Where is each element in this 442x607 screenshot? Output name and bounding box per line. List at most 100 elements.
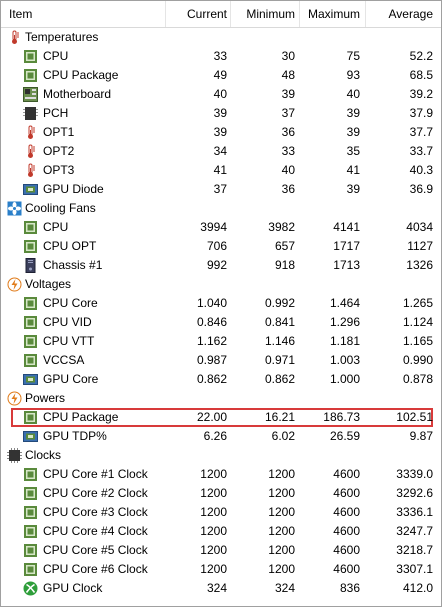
minimum-value: 30 xyxy=(281,49,295,63)
sensor-row[interactable]: OPT2 34 33 35 33.7 xyxy=(1,142,441,161)
chip-icon xyxy=(23,334,38,349)
minimum-value: 6.02 xyxy=(271,429,295,443)
column-divider[interactable] xyxy=(299,1,300,27)
sensor-label: GPU Diode xyxy=(43,182,104,196)
sensor-row[interactable]: CPU Core #4 Clock 1200 1200 4600 3247.7 xyxy=(1,522,441,541)
sensor-row[interactable]: GPU Core 0.862 0.862 1.000 0.878 xyxy=(1,370,441,389)
sensor-label: OPT3 xyxy=(43,163,75,177)
group-row-voltages[interactable]: Voltages xyxy=(1,275,441,294)
group-row-clocks[interactable]: Clocks xyxy=(1,446,441,465)
group-row-temperatures[interactable]: Temperatures xyxy=(1,28,441,47)
maximum-value: 39 xyxy=(346,106,360,120)
average-value: 1.265 xyxy=(402,296,433,310)
average-value: 412.0 xyxy=(402,581,433,595)
column-divider[interactable] xyxy=(165,1,166,27)
chip-icon xyxy=(23,467,38,482)
sensor-row[interactable]: CPU Core #1 Clock 1200 1200 4600 3339.0 xyxy=(1,465,441,484)
column-divider[interactable] xyxy=(365,1,366,27)
maximum-value: 4600 xyxy=(333,505,360,519)
maximum-value: 4600 xyxy=(333,486,360,500)
average-value: 3307.1 xyxy=(396,562,433,576)
maximum-value: 4600 xyxy=(333,524,360,538)
column-maximum[interactable]: Maximum xyxy=(308,1,360,27)
sensor-row[interactable]: GPU Diode 37 36 39 36.9 xyxy=(1,180,441,199)
sensor-label: CPU Core #1 Clock xyxy=(43,467,148,481)
sensor-label: CPU VID xyxy=(43,315,92,329)
sensor-row[interactable]: CPU Core #2 Clock 1200 1200 4600 3292.6 xyxy=(1,484,441,503)
lightning-icon xyxy=(7,277,22,292)
sensor-row[interactable]: CPU 33 30 75 52.2 xyxy=(1,47,441,66)
current-value: 37 xyxy=(213,182,227,196)
sensor-row[interactable]: CPU Core #6 Clock 1200 1200 4600 3307.1 xyxy=(1,560,441,579)
maximum-value: 39 xyxy=(346,125,360,139)
column-divider[interactable] xyxy=(230,1,231,27)
sensor-row[interactable]: PCH 39 37 39 37.9 xyxy=(1,104,441,123)
minimum-value: 1200 xyxy=(268,467,295,481)
sensor-label: CPU xyxy=(43,220,69,234)
maximum-value: 1.181 xyxy=(329,334,360,348)
sensor-tree: Temperatures CPU 33 30 75 52.2 CPU Package 49 48… xyxy=(1,28,441,598)
column-minimum[interactable]: Minimum xyxy=(246,1,295,27)
sensor-label: CPU VTT xyxy=(43,334,95,348)
current-value: 22.00 xyxy=(196,410,227,424)
maximum-value: 1717 xyxy=(333,239,360,253)
average-value: 0.990 xyxy=(402,353,433,367)
sensor-label: CPU Core #2 Clock xyxy=(43,486,148,500)
current-value: 41 xyxy=(213,163,227,177)
chip-icon xyxy=(23,220,38,235)
chip-icon xyxy=(23,296,38,311)
chip-icon xyxy=(23,353,38,368)
sensor-row[interactable]: CPU Core 1.040 0.992 1.464 1.265 xyxy=(1,294,441,313)
sensor-row[interactable]: CPU Core #5 Clock 1200 1200 4600 3218.7 xyxy=(1,541,441,560)
sensor-row[interactable]: CPU OPT 706 657 1717 1127 xyxy=(1,237,441,256)
current-value: 992 xyxy=(206,258,227,272)
average-value: 52.2 xyxy=(409,49,433,63)
sensor-row[interactable]: GPU TDP% 6.26 6.02 26.59 9.87 xyxy=(1,427,441,446)
average-value: 3218.7 xyxy=(396,543,433,557)
average-value: 68.5 xyxy=(409,68,433,82)
group-row-powers[interactable]: Powers xyxy=(1,389,441,408)
sensor-row[interactable]: CPU Package 49 48 93 68.5 xyxy=(1,66,441,85)
minimum-value: 1200 xyxy=(268,562,295,576)
sensor-row[interactable]: Chassis #1 992 918 1713 1326 xyxy=(1,256,441,275)
thermometer-icon xyxy=(23,144,38,159)
sensor-window: Item Current Minimum Maximum Average Tem… xyxy=(0,0,442,607)
maximum-value: 39 xyxy=(346,182,360,196)
current-value: 1200 xyxy=(200,505,227,519)
sensor-label: CPU xyxy=(43,49,69,63)
minimum-value: 39 xyxy=(281,87,295,101)
average-value: 33.7 xyxy=(409,144,433,158)
sensor-row[interactable]: CPU VTT 1.162 1.146 1.181 1.165 xyxy=(1,332,441,351)
average-value: 1326 xyxy=(406,258,433,272)
sensor-row[interactable]: CPU Package 22.00 16.21 186.73 102.51 xyxy=(1,408,441,427)
group-row-cooling-fans[interactable]: Cooling Fans xyxy=(1,199,441,218)
average-value: 9.87 xyxy=(409,429,433,443)
sensor-row[interactable]: CPU VID 0.846 0.841 1.296 1.124 xyxy=(1,313,441,332)
chip-icon xyxy=(23,410,38,425)
sensor-row[interactable]: OPT3 41 40 41 40.3 xyxy=(1,161,441,180)
minimum-value: 33 xyxy=(281,144,295,158)
sensor-row[interactable]: CPU 3994 3982 4141 4034 xyxy=(1,218,441,237)
minimum-value: 1.146 xyxy=(264,334,295,348)
average-value: 3247.7 xyxy=(396,524,433,538)
sensor-row[interactable]: GPU Clock 324 324 836 412.0 xyxy=(1,579,441,598)
current-value: 706 xyxy=(206,239,227,253)
current-value: 1.040 xyxy=(196,296,227,310)
sensor-row[interactable]: OPT1 39 36 39 37.7 xyxy=(1,123,441,142)
minimum-value: 1200 xyxy=(268,505,295,519)
minimum-value: 40 xyxy=(281,163,295,177)
maximum-value: 1.000 xyxy=(329,372,360,386)
column-average[interactable]: Average xyxy=(389,1,433,27)
chip-icon xyxy=(23,68,38,83)
sensor-label: CPU Core #5 Clock xyxy=(43,543,148,557)
average-value: 37.7 xyxy=(409,125,433,139)
column-item[interactable]: Item xyxy=(9,1,32,27)
minimum-value: 324 xyxy=(274,581,295,595)
xbox-icon xyxy=(23,581,38,596)
minimum-value: 3982 xyxy=(268,220,295,234)
sensor-row[interactable]: VCCSA 0.987 0.971 1.003 0.990 xyxy=(1,351,441,370)
sensor-row[interactable]: CPU Core #3 Clock 1200 1200 4600 3336.1 xyxy=(1,503,441,522)
sensor-row[interactable]: Motherboard 40 39 40 39.2 xyxy=(1,85,441,104)
current-value: 33 xyxy=(213,49,227,63)
column-current[interactable]: Current xyxy=(187,1,227,27)
